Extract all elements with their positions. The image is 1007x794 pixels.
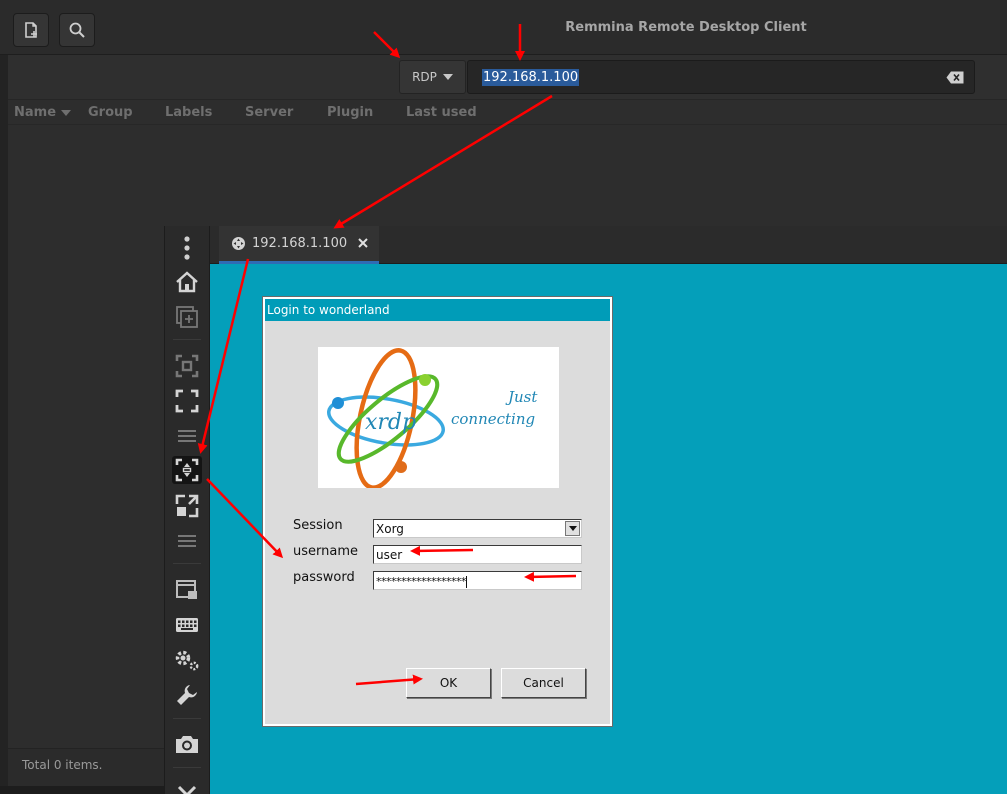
tools-icon[interactable]: [172, 681, 202, 709]
disconnect-icon[interactable]: [172, 776, 202, 794]
logo-tagline-2: connecting: [451, 410, 535, 428]
column-group[interactable]: Group: [88, 105, 133, 120]
protocol-dropdown[interactable]: RDP: [399, 60, 466, 94]
column-last-used[interactable]: Last used: [406, 105, 477, 120]
menu-lines-icon[interactable]: [172, 527, 202, 555]
password-input[interactable]: ******************: [373, 571, 582, 590]
new-connection-button[interactable]: [13, 13, 49, 47]
close-icon[interactable]: [357, 237, 369, 249]
keyboard-icon[interactable]: [172, 611, 202, 639]
fit-window-icon[interactable]: [172, 352, 202, 380]
connection-list-header: Name Group Labels Server Plugin Last use…: [8, 101, 1007, 125]
search-icon: [69, 22, 85, 38]
search-button[interactable]: [59, 13, 95, 47]
session-label: Session: [293, 518, 343, 533]
session-value: Xorg: [376, 522, 404, 536]
rdp-toolbar: [164, 226, 210, 794]
toolbar-separator: [173, 718, 201, 719]
connection-list: [8, 126, 1007, 226]
new-file-icon: [25, 22, 37, 38]
password-value: ******************: [376, 575, 467, 588]
tab-connection[interactable]: 192.168.1.100: [219, 226, 379, 264]
username-input[interactable]: user: [373, 545, 582, 564]
cancel-button[interactable]: Cancel: [501, 668, 586, 698]
server-address-input[interactable]: 192.168.1.100: [467, 60, 975, 94]
fullscreen-icon[interactable]: [172, 387, 202, 415]
toolbar-separator: [173, 767, 201, 768]
column-name[interactable]: Name: [14, 105, 71, 120]
username-value: user: [376, 548, 403, 562]
toolbar-separator: [173, 339, 201, 340]
address-text-selected: 192.168.1.100: [482, 69, 580, 86]
tab-title: 192.168.1.100: [252, 236, 348, 251]
menu-lines-icon[interactable]: [172, 422, 202, 450]
username-label: username: [293, 544, 358, 559]
session-select[interactable]: Xorg: [373, 519, 582, 538]
window-left-border: [0, 55, 8, 794]
xrdp-login-dialog: Login to wonderland xrdp Just connecting…: [262, 296, 613, 727]
preferences-icon[interactable]: [172, 646, 202, 674]
rdp-plugin-icon: [232, 237, 245, 250]
ok-button[interactable]: OK: [406, 668, 491, 698]
sort-down-icon: [60, 109, 71, 116]
chevron-down-icon: [442, 74, 453, 80]
home-icon[interactable]: [172, 268, 202, 296]
menu-dots-icon[interactable]: [172, 234, 202, 262]
text-cursor: [466, 576, 467, 588]
protocol-value: RDP: [412, 70, 437, 84]
window-title: Remmina Remote Desktop Client: [565, 20, 807, 35]
multi-monitor-icon[interactable]: [172, 576, 202, 604]
xrdp-logo: xrdp Just connecting: [318, 347, 559, 490]
password-label: password: [293, 570, 355, 585]
connection-tab-bar: 192.168.1.100: [210, 226, 1007, 264]
main-header-bar: Remmina Remote Desktop Client: [0, 0, 1007, 55]
dropdown-button[interactable]: [565, 521, 580, 536]
clear-text-icon[interactable]: [946, 71, 964, 84]
duplicate-icon[interactable]: [172, 303, 202, 331]
logo-word: xrdp: [365, 410, 416, 435]
window-bottom-edge: [0, 786, 164, 794]
dialog-title: Login to wonderland: [265, 299, 610, 321]
screenshot-icon[interactable]: [172, 730, 202, 758]
toolbar-separator: [173, 563, 201, 564]
logo-tagline-1: Just: [505, 388, 538, 406]
scaled-mode-icon[interactable]: [172, 456, 202, 484]
column-server[interactable]: Server: [245, 105, 293, 120]
screen: Remmina Remote Desktop Client RDP 192.16…: [0, 0, 1007, 794]
column-labels[interactable]: Labels: [165, 105, 212, 120]
column-plugin[interactable]: Plugin: [327, 105, 373, 120]
chevron-down-icon: [568, 526, 577, 531]
dynamic-resolution-icon[interactable]: [172, 492, 202, 520]
